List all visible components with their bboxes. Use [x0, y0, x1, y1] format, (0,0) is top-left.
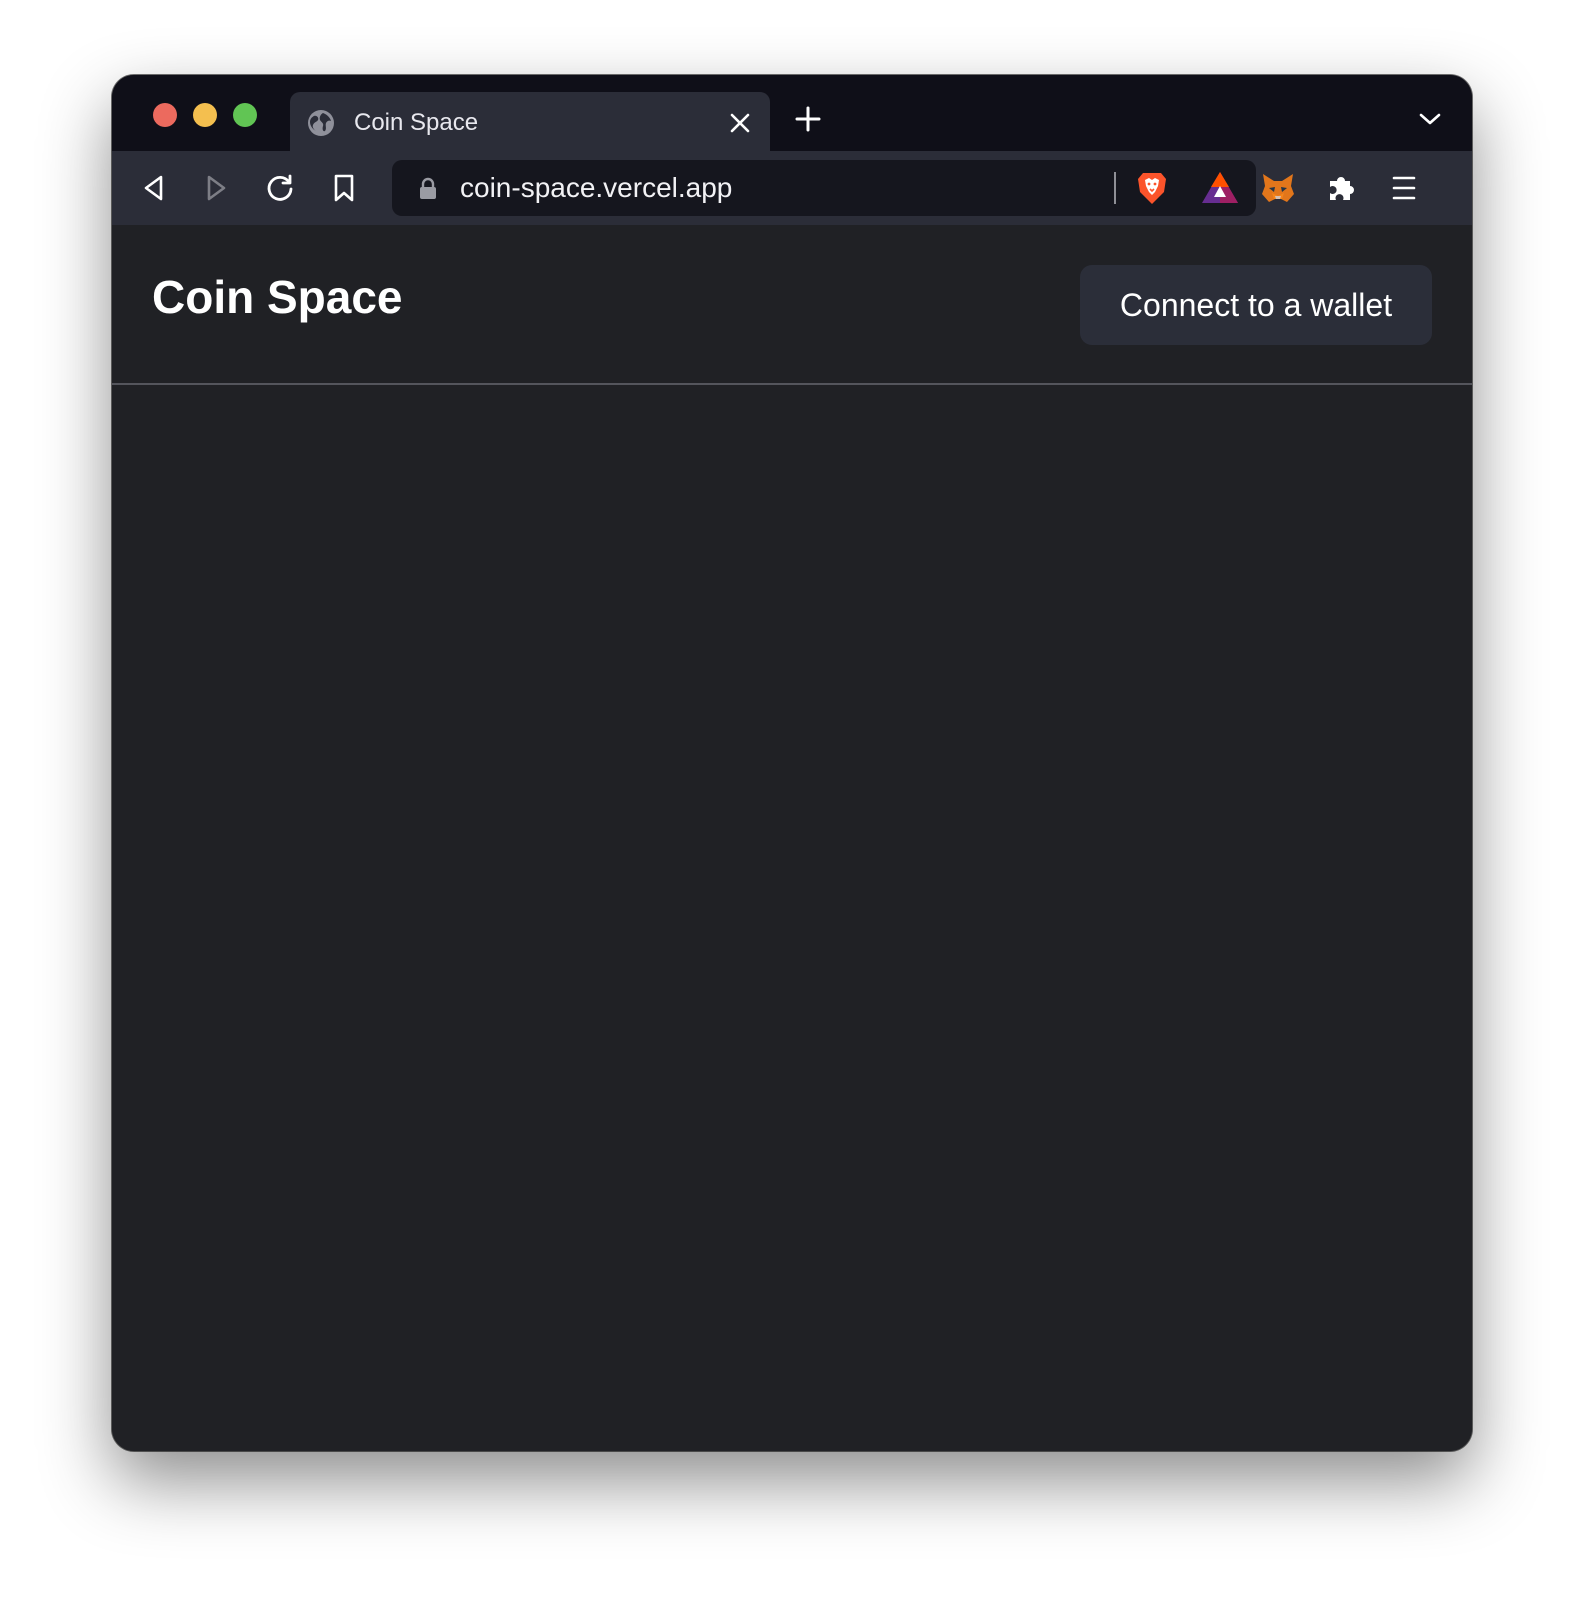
address-bar[interactable]: coin-space.vercel.app [392, 160, 1256, 216]
metamask-fox-icon[interactable] [1258, 168, 1298, 208]
brave-shield-icon[interactable] [1134, 170, 1170, 206]
hamburger-menu-icon[interactable] [1384, 168, 1424, 208]
tab-title: Coin Space [354, 109, 479, 136]
site-header: Coin Space Connect to a wallet [112, 225, 1472, 385]
lock-icon[interactable] [416, 176, 440, 200]
site-title: Coin Space [152, 271, 403, 323]
maximize-window-button[interactable] [233, 103, 257, 127]
puzzle-icon[interactable] [1322, 168, 1362, 208]
page-content: Coin Space Connect to a wallet [112, 225, 1472, 1451]
forward-arrow-icon[interactable] [196, 168, 236, 208]
navigation-toolbar: coin-space.vercel.app [112, 151, 1472, 225]
back-arrow-icon[interactable] [134, 168, 174, 208]
urlbar-divider [1114, 172, 1116, 204]
plus-icon[interactable] [792, 103, 824, 135]
tab-bar: Coin Space [112, 75, 1472, 154]
close-icon[interactable] [724, 107, 756, 139]
bat-triangle-icon[interactable] [1200, 170, 1240, 206]
url-text[interactable]: coin-space.vercel.app [460, 173, 732, 203]
browser-window: Coin Space coin-space.vercel.app Coin Sp… [112, 75, 1472, 1451]
close-window-button[interactable] [153, 103, 177, 127]
chevron-down-icon[interactable] [1416, 105, 1444, 133]
bookmark-icon[interactable] [324, 168, 364, 208]
tab-coin-space[interactable]: Coin Space [290, 92, 770, 154]
reload-icon[interactable] [260, 168, 300, 208]
connect-wallet-button[interactable]: Connect to a wallet [1080, 265, 1432, 345]
globe-icon [306, 108, 336, 138]
minimize-window-button[interactable] [193, 103, 217, 127]
